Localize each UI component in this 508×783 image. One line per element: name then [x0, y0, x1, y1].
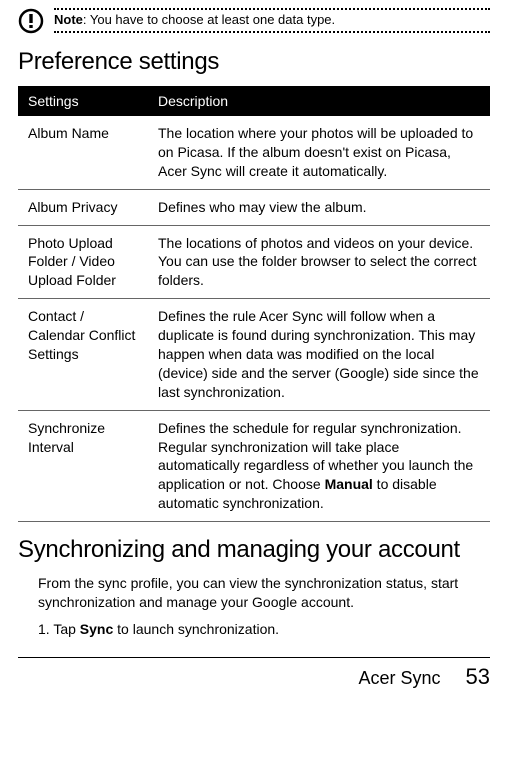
table-row: Synchronize Interval Defines the schedul…	[18, 410, 490, 521]
settings-table: Settings Description Album Name The loca…	[18, 86, 490, 522]
note-block: Note: You have to choose at least one da…	[18, 8, 490, 34]
col-header-description: Description	[148, 86, 490, 116]
setting-desc: Defines who may view the album.	[148, 189, 490, 225]
step-number: 1.	[38, 621, 50, 637]
footer-page-number: 53	[466, 664, 490, 690]
alert-icon	[18, 8, 44, 34]
table-row: Contact / Calendar Conflict Settings Def…	[18, 299, 490, 410]
step-post: to launch synchronization.	[113, 621, 279, 637]
setting-name: Album Privacy	[18, 189, 148, 225]
note-label: Note	[54, 12, 83, 27]
page-footer: Acer Sync 53	[18, 658, 490, 690]
heading-preference-settings: Preference settings	[18, 48, 490, 76]
step-bold: Sync	[80, 621, 113, 637]
dashed-rule	[54, 31, 490, 33]
desc-bold: Manual	[325, 476, 373, 492]
note-text: Note: You have to choose at least one da…	[54, 10, 490, 31]
intro-text: From the sync profile, you can view the …	[38, 574, 490, 612]
heading-sync-account: Synchronizing and managing your account	[18, 536, 490, 564]
setting-desc: The location where your photos will be u…	[148, 116, 490, 189]
setting-desc: Defines the schedule for regular synchro…	[148, 410, 490, 521]
footer-label: Acer Sync	[358, 668, 440, 689]
note-message: : You have to choose at least one data t…	[83, 12, 335, 27]
setting-name: Album Name	[18, 116, 148, 189]
setting-name: Photo Upload Folder / Video Upload Folde…	[18, 225, 148, 299]
table-row: Album Privacy Defines who may view the a…	[18, 189, 490, 225]
step-1: 1. Tap Sync to launch synchronization.	[38, 620, 490, 639]
table-row: Photo Upload Folder / Video Upload Folde…	[18, 225, 490, 299]
step-pre: Tap	[53, 621, 79, 637]
setting-name: Contact / Calendar Conflict Settings	[18, 299, 148, 410]
setting-desc: Defines the rule Acer Sync will follow w…	[148, 299, 490, 410]
col-header-settings: Settings	[18, 86, 148, 116]
setting-desc: The locations of photos and videos on yo…	[148, 225, 490, 299]
setting-name: Synchronize Interval	[18, 410, 148, 521]
table-row: Album Name The location where your photo…	[18, 116, 490, 189]
